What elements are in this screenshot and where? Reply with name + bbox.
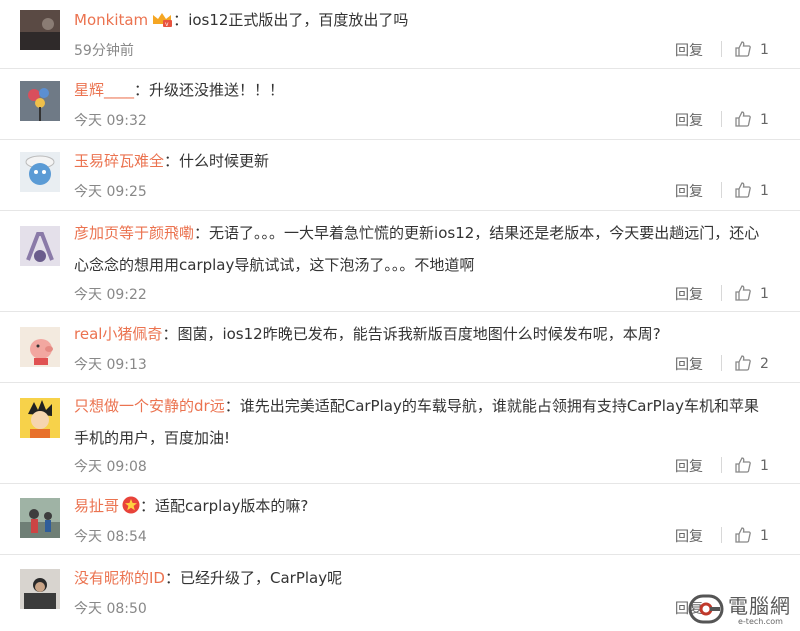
thumbs-up-icon bbox=[735, 285, 751, 301]
reply-button[interactable]: 回复 bbox=[675, 456, 703, 476]
comment-username[interactable]: 没有昵称的ID bbox=[74, 569, 165, 587]
comment-text: 升级还没推送！！！ bbox=[149, 81, 285, 99]
comment-time: 今天 08:54 bbox=[74, 529, 147, 545]
star-badge-icon bbox=[122, 493, 140, 525]
action-divider bbox=[721, 41, 722, 57]
comment-item: 玉易碎瓦难全：什么时候更新 今天 09:25 回复 1 bbox=[0, 140, 800, 211]
reply-button[interactable]: 回复 bbox=[675, 354, 703, 374]
comment-text: 什么时候更新 bbox=[179, 152, 270, 170]
like-count: 1 bbox=[760, 458, 769, 474]
reply-button[interactable]: 回复 bbox=[675, 284, 703, 304]
reply-button[interactable]: 回复 bbox=[675, 526, 703, 546]
colon-separator: ： bbox=[164, 152, 180, 170]
avatar[interactable] bbox=[20, 398, 60, 438]
avatar[interactable] bbox=[20, 81, 60, 121]
comment-text: ios12正式版出了，百度放出了吗 bbox=[188, 11, 409, 29]
action-divider bbox=[721, 457, 722, 473]
comment-item: 没有昵称的ID：已经升级了，CarPlay呢 今天 08:50 回复 bbox=[0, 555, 800, 631]
thumbs-up-icon bbox=[735, 111, 751, 127]
comment-item: real小猪佩奇：图菌，ios12昨晚已发布，能告诉我新版百度地图什么时候发布呢… bbox=[0, 312, 800, 383]
colon-separator: ： bbox=[164, 569, 180, 587]
like-button[interactable]: 2 bbox=[734, 354, 769, 372]
like-button[interactable]: 1 bbox=[734, 456, 769, 474]
action-divider bbox=[721, 182, 722, 198]
comment-item: 只想做一个安静的dr远：谁先出完美适配CarPlay的车载导航，谁就能占领拥有支… bbox=[0, 383, 800, 484]
comment-time: 今天 09:32 bbox=[74, 113, 147, 129]
like-button[interactable]: 1 bbox=[734, 284, 769, 302]
avatar[interactable] bbox=[20, 10, 60, 50]
comment-content: real小猪佩奇：图菌，ios12昨晚已发布，能告诉我新版百度地图什么时候发布呢… bbox=[74, 318, 772, 350]
comment-username[interactable]: 易扯哥 bbox=[74, 497, 119, 515]
like-count: 1 bbox=[760, 528, 769, 544]
comment-content: 易扯哥 ：适配carplay版本的嘛? bbox=[74, 490, 772, 525]
avatar[interactable] bbox=[20, 152, 60, 192]
comment-time: 59分钟前 bbox=[74, 43, 134, 59]
comment-item: 彦加页等于颜飛嘞：无语了。。。一大早着急忙慌的更新ios12，结果还是老版本，今… bbox=[0, 211, 800, 312]
crown-vip-icon: v bbox=[151, 7, 173, 39]
colon-separator: ： bbox=[173, 11, 189, 29]
comment-time: 今天 09:25 bbox=[74, 184, 147, 200]
action-divider bbox=[721, 355, 722, 371]
comment-content: 只想做一个安静的dr远：谁先出完美适配CarPlay的车载导航，谁就能占领拥有支… bbox=[74, 390, 772, 454]
colon-separator: ： bbox=[194, 224, 210, 242]
comment-text: 图菌，ios12昨晚已发布，能告诉我新版百度地图什么时候发布呢，本周? bbox=[177, 325, 661, 343]
comment-item: 星辉____：升级还没推送！！！ 今天 09:32 回复 1 bbox=[0, 69, 800, 140]
comment-username[interactable]: 玉易碎瓦难全 bbox=[74, 152, 164, 170]
colon-separator: ： bbox=[224, 397, 240, 415]
like-button[interactable]: 1 bbox=[734, 110, 769, 128]
watermark-logo-icon bbox=[688, 594, 724, 624]
like-button[interactable]: 1 bbox=[734, 40, 769, 58]
action-divider bbox=[721, 111, 722, 127]
watermark-text: 電腦網 bbox=[728, 594, 791, 618]
comment-content: 玉易碎瓦难全：什么时候更新 bbox=[74, 145, 772, 177]
like-count: 1 bbox=[760, 286, 769, 302]
colon-separator: ： bbox=[134, 81, 150, 99]
comment-content: Monkitam v ：ios12正式版出了，百度放出了吗 bbox=[74, 4, 772, 39]
comment-time: 今天 09:22 bbox=[74, 287, 147, 303]
comment-username[interactable]: 彦加页等于颜飛嘞 bbox=[74, 224, 194, 242]
comment-text: 已经升级了，CarPlay呢 bbox=[180, 569, 343, 587]
colon-separator: ： bbox=[140, 497, 156, 515]
comment-username[interactable]: real小猪佩奇 bbox=[74, 325, 162, 343]
comment-time: 今天 09:13 bbox=[74, 357, 147, 373]
avatar[interactable] bbox=[20, 226, 60, 266]
avatar[interactable] bbox=[20, 327, 60, 367]
site-watermark: 電腦網 e-tech.com bbox=[688, 588, 800, 631]
like-button[interactable]: 1 bbox=[734, 526, 769, 544]
thumbs-up-icon bbox=[735, 41, 751, 57]
reply-button[interactable]: 回复 bbox=[675, 181, 703, 201]
like-button[interactable]: 1 bbox=[734, 181, 769, 199]
comment-text: 适配carplay版本的嘛? bbox=[155, 497, 309, 515]
comment-item: 易扯哥 ：适配carplay版本的嘛? 今天 08:54 回复 1 bbox=[0, 484, 800, 555]
comment-content: 没有昵称的ID：已经升级了，CarPlay呢 bbox=[74, 562, 772, 594]
reply-button[interactable]: 回复 bbox=[675, 110, 703, 130]
like-count: 1 bbox=[760, 42, 769, 58]
action-divider bbox=[721, 527, 722, 543]
thumbs-up-icon bbox=[735, 182, 751, 198]
comment-time: 今天 09:08 bbox=[74, 459, 147, 475]
like-count: 1 bbox=[760, 183, 769, 199]
like-count: 1 bbox=[760, 112, 769, 128]
thumbs-up-icon bbox=[735, 355, 751, 371]
reply-button[interactable]: 回复 bbox=[675, 40, 703, 60]
avatar[interactable] bbox=[20, 569, 60, 609]
comment-content: 彦加页等于颜飛嘞：无语了。。。一大早着急忙慌的更新ios12，结果还是老版本，今… bbox=[74, 217, 772, 281]
svg-text:v: v bbox=[165, 21, 169, 28]
colon-separator: ： bbox=[162, 325, 178, 343]
like-count: 2 bbox=[760, 356, 769, 372]
avatar[interactable] bbox=[20, 498, 60, 538]
comment-item: Monkitam v ：ios12正式版出了，百度放出了吗 59分钟前 回复 1 bbox=[0, 0, 800, 69]
comment-username[interactable]: Monkitam bbox=[74, 11, 148, 29]
comment-username[interactable]: 只想做一个安静的dr远 bbox=[74, 397, 225, 415]
action-divider bbox=[721, 285, 722, 301]
watermark-subtext: e-tech.com bbox=[738, 617, 783, 626]
comment-content: 星辉____：升级还没推送！！！ bbox=[74, 74, 772, 106]
comment-username[interactable]: 星辉____ bbox=[74, 81, 134, 99]
thumbs-up-icon bbox=[735, 457, 751, 473]
comment-time: 今天 08:50 bbox=[74, 601, 147, 617]
thumbs-up-icon bbox=[735, 527, 751, 543]
